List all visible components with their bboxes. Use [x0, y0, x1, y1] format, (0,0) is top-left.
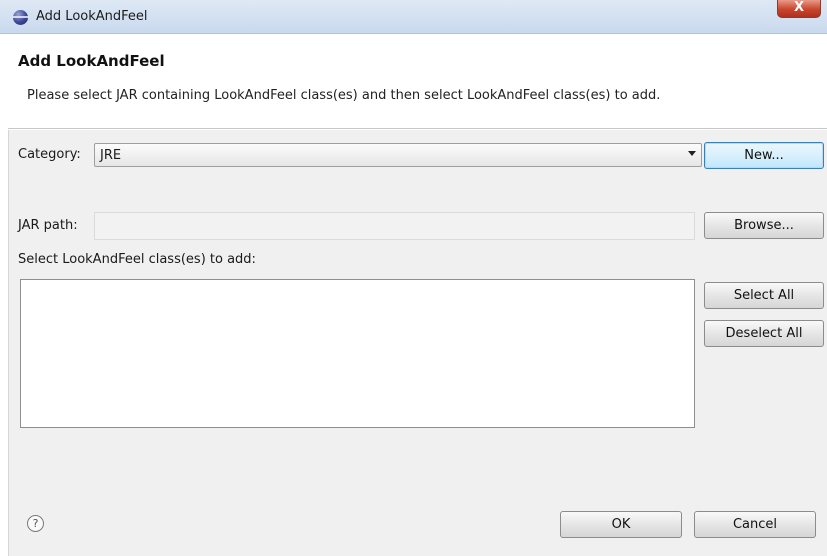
- cancel-button[interactable]: Cancel: [694, 511, 816, 538]
- banner-title: Add LookAndFeel: [18, 52, 165, 70]
- select-all-button[interactable]: Select All: [704, 282, 824, 309]
- deselect-all-button[interactable]: Deselect All: [704, 320, 824, 347]
- window-title: Add LookAndFeel: [36, 9, 148, 24]
- dialog-body: Category: JRE New... JAR path: Browse...…: [8, 130, 827, 556]
- jar-path-label: JAR path:: [18, 218, 78, 233]
- close-button[interactable]: X: [777, 0, 821, 18]
- dialog-banner: Add LookAndFeel Please select JAR contai…: [8, 40, 827, 129]
- classes-list[interactable]: [20, 279, 695, 428]
- category-label: Category:: [18, 147, 81, 162]
- category-dropdown[interactable]: JRE: [94, 143, 702, 167]
- ok-button[interactable]: OK: [560, 511, 682, 538]
- browse-button[interactable]: Browse...: [704, 212, 824, 239]
- help-icon[interactable]: ?: [27, 515, 44, 532]
- jar-path-field[interactable]: [94, 212, 695, 240]
- title-bar: Add LookAndFeel X: [0, 0, 827, 34]
- close-icon: X: [793, 0, 805, 15]
- eclipse-icon: [12, 10, 29, 25]
- banner-description: Please select JAR containing LookAndFeel…: [27, 88, 661, 103]
- category-selected-value: JRE: [100, 148, 122, 163]
- new-button[interactable]: New...: [704, 142, 824, 169]
- classes-label: Select LookAndFeel class(es) to add:: [18, 252, 256, 267]
- chevron-down-icon: [688, 151, 696, 156]
